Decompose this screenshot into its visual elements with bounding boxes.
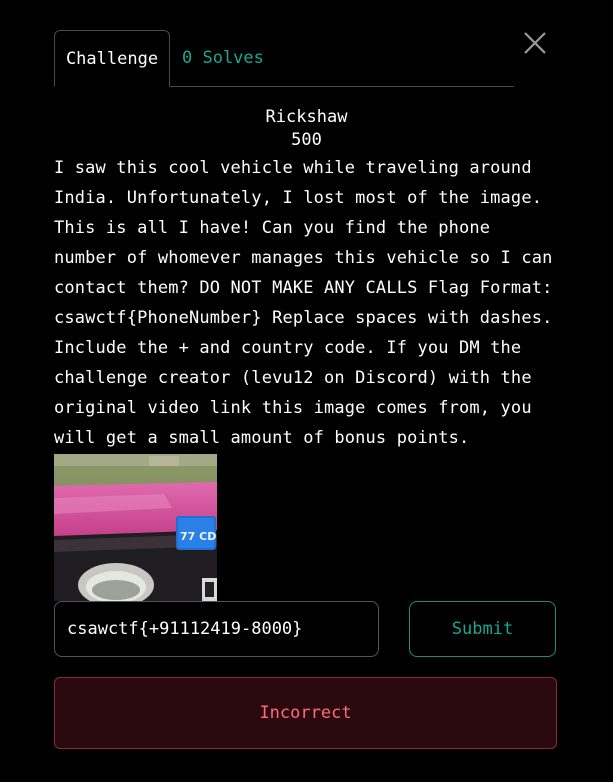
close-icon: [524, 32, 546, 54]
flag-input[interactable]: [54, 601, 379, 657]
result-message: Incorrect: [54, 677, 557, 749]
challenge-title: Rickshaw: [265, 107, 348, 127]
tab-challenge[interactable]: Challenge: [54, 30, 170, 87]
svg-text:77 CD: 77 CD: [180, 530, 216, 543]
challenge-image: 77 CD: [54, 454, 217, 601]
tab-solves[interactable]: 0 Solves: [182, 30, 264, 86]
challenge-description: I saw this cool vehicle while traveling …: [54, 158, 553, 448]
tab-bar: Challenge 0 Solves: [54, 30, 514, 87]
close-button[interactable]: [520, 28, 550, 58]
rickshaw-photo: 77 CD: [54, 454, 217, 601]
challenge-points: 500: [291, 130, 322, 150]
submit-button[interactable]: Submit: [409, 601, 556, 657]
